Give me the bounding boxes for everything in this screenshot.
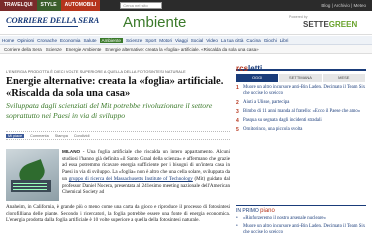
nav-item-14[interactable]: Giochi <box>264 38 277 43</box>
breadcrumb-item-2[interactable]: Energie Ambiente <box>66 47 102 52</box>
sidebar-tabs: OGGI SETTIMANA MESE <box>236 74 366 82</box>
search-input[interactable]: Cerca nel sito <box>120 2 163 9</box>
article-toolbar: Mi piace Commenta Stampa Condividi <box>6 131 230 140</box>
cell-lines <box>13 183 47 184</box>
breadcrumb-item-1[interactable]: Scienze <box>46 47 62 52</box>
brand-part-a: rcs <box>236 64 249 73</box>
nav-item-4[interactable]: Salute <box>83 38 96 43</box>
bullet-icon: • <box>236 223 238 229</box>
article-body-continued: Anaheim, in California, è grande più o m… <box>6 204 230 224</box>
most-read-rank: 5 <box>236 126 239 133</box>
most-read-item[interactable]: 4 Pasqua su segnata dagli incidenti strad… <box>236 118 366 124</box>
most-read-title[interactable]: Aiuti a Ulisse, partecipa <box>243 100 366 106</box>
utility-links[interactable]: Blog | Archivio | Meteo <box>321 3 372 8</box>
primo-list: • «Rinforzeremo il nostro arsenale nuclea… <box>236 216 366 235</box>
most-read-item[interactable]: 3 Bimbo di 11 anni manda al fratello: «Ec… <box>236 109 366 115</box>
sponsor-label: Powered by <box>289 15 308 19</box>
primo-item[interactable]: • Muore un altro incursore anti-Bin Laden… <box>236 224 366 236</box>
logo-underline <box>8 26 78 27</box>
article-dateline: MILANO <box>62 149 81 154</box>
most-read-title[interactable]: Ornitorinco, una piccola svolta <box>243 127 366 133</box>
breadcrumb: Corriere della Sera Scienze Energie Ambien… <box>0 45 372 54</box>
sidebar-brand: rcsletti <box>236 58 366 73</box>
nav-item-13[interactable]: Cucina <box>246 38 260 43</box>
nav-item-9[interactable]: Viaggi <box>175 38 188 43</box>
primo-title[interactable]: Muore un altro incursore anti-Bin Laden.… <box>243 224 366 236</box>
site-logo[interactable]: CORRIERE DELLA SERA <box>6 15 99 25</box>
breadcrumb-item-0[interactable]: Corriere della Sera <box>4 47 42 52</box>
top-bar: TRAVELQUI STYLE AUTOMOBILI Cerca nel sit… <box>0 0 372 11</box>
most-read-title[interactable]: Pasqua su segnata dagli incidenti strada… <box>243 118 366 124</box>
sponsor-logo-part-a: SETTE <box>303 20 329 29</box>
section-title: Ambiente <box>123 14 187 31</box>
tab-mese[interactable]: MESE <box>322 74 366 82</box>
nav-item-15[interactable]: Libri <box>280 38 289 43</box>
article-photo <box>6 149 59 201</box>
most-read-rank: 4 <box>236 117 239 124</box>
primary-nav: Home Opinioni Cronache Economia Salute Ambien… <box>0 36 372 45</box>
article-headline: Energie alternative: creata la «foglia» … <box>6 76 224 99</box>
tab-oggi[interactable]: OGGI <box>236 74 280 82</box>
nav-item-3[interactable]: Economia <box>60 38 80 43</box>
nav-item-7[interactable]: Sport <box>145 38 156 43</box>
article-kicker: L'ENERGIA PRODOTTA È DIECI VOLTE SUPERIO… <box>6 70 186 74</box>
primo-label-a: IN PRIMO <box>236 208 259 214</box>
solar-cell-image <box>11 180 51 192</box>
top-tab-auto[interactable]: AUTOMOBILI <box>60 0 101 11</box>
nav-item-12[interactable]: La tua città <box>221 38 243 43</box>
bullet-icon: • <box>236 216 238 221</box>
nav-item-2[interactable]: Cronache <box>37 38 57 43</box>
most-read-rank: 3 <box>236 108 239 115</box>
nav-item-1[interactable]: Opinioni <box>17 38 34 43</box>
primo-label: IN PRIMO piano <box>236 208 366 214</box>
top-tab-style[interactable]: STYLE <box>36 0 61 11</box>
primo-item[interactable]: • «Rinforzeremo il nostro arsenale nuclea… <box>236 216 366 222</box>
share-button[interactable]: Condividi <box>74 134 90 138</box>
most-read-item[interactable]: 1 Muore un altro incursore anti-Bin Laden… <box>236 85 366 97</box>
sponsor-logo-part-b: GREEN <box>328 20 358 29</box>
print-button[interactable]: Stampa <box>55 134 68 138</box>
breadcrumb-item-3: Energie alternative: creata la «foglia» … <box>105 46 259 52</box>
tab-settimana[interactable]: SETTIMANA <box>279 74 323 82</box>
most-read-item[interactable]: 2 Aiuti a Ulisse, partecipa <box>236 100 366 106</box>
nav-item-10[interactable]: Social <box>191 38 204 43</box>
article-body: MILANO - Una foglia artificiale che risc… <box>62 149 230 196</box>
brand-part-b: letti <box>248 64 263 73</box>
primo-label-b: piano <box>260 208 275 214</box>
comment-button[interactable]: Commenta <box>30 134 49 138</box>
like-button[interactable]: Mi piace <box>6 133 25 138</box>
nav-item-0[interactable]: Home <box>2 38 14 43</box>
nav-item-11[interactable]: Video <box>206 38 218 43</box>
sponsor-logo[interactable]: SETTEGREEN <box>303 20 357 29</box>
top-tab-travel[interactable]: TRAVELQUI <box>0 0 37 11</box>
article-link-mit[interactable]: gruppo di ricerca del Massachusetts Inst… <box>69 176 193 182</box>
primo-title[interactable]: «Rinforzeremo il nostro arsenale nuclear… <box>243 216 366 222</box>
nav-item-5[interactable]: Ambiente <box>99 37 123 43</box>
in-primo-piano: IN PRIMO piano • «Rinforzeremo il nostro … <box>236 205 366 235</box>
site-header: CORRIERE DELLA SERA Ambiente Powered by … <box>0 11 372 35</box>
most-read-title[interactable]: Muore un altro incursore anti-Bin Laden.… <box>243 85 366 97</box>
most-read-title[interactable]: Bimbo di 11 anni manda al fratello: «Ecc… <box>243 109 366 115</box>
most-read-item[interactable]: 5 Ornitorinco, una piccola svolta <box>236 127 366 133</box>
nav-item-6[interactable]: Scienze <box>126 38 142 43</box>
most-read-rank: 1 <box>236 85 239 91</box>
most-read-list: 1 Muore un altro incursore anti-Bin Laden… <box>236 85 366 136</box>
nav-item-8[interactable]: Motori <box>159 38 172 43</box>
article-subhead: Sviluppata dagli scienziati del Mit potr… <box>6 101 213 120</box>
most-read-rank: 2 <box>236 99 239 106</box>
